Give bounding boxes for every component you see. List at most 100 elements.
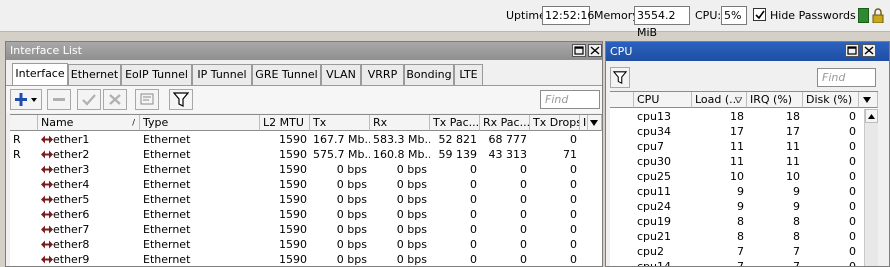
- table-row[interactable]: ether7 Ethernet 1590 0 bps 0 bps 0 0 0: [10, 222, 588, 237]
- tab-lte[interactable]: LTE: [454, 64, 483, 85]
- hide-passwords-checkbox[interactable]: [753, 8, 766, 21]
- status-green-icon: [858, 8, 869, 23]
- table-row[interactable]: ether5 Ethernet 1590 0 bps 0 bps 0 0 0: [10, 192, 588, 207]
- ethernet-port-icon: [41, 210, 53, 219]
- lock-icon: [872, 8, 884, 24]
- column-header-cpu[interactable]: CPU: [634, 92, 692, 108]
- cell-tx-packets: 59 139: [438, 148, 478, 161]
- cell-name: ether2: [38, 147, 140, 162]
- tab-ethernet[interactable]: Ethernet: [68, 64, 121, 85]
- filter-button[interactable]: [169, 89, 193, 110]
- cell-tx-packets: 0: [470, 223, 477, 236]
- cell-irq: 11: [786, 155, 800, 168]
- tab-gre-tunnel[interactable]: GRE Tunnel: [252, 64, 321, 85]
- table-row[interactable]: ether9 Ethernet 1590 0 bps 0 bps 0 0 0: [10, 252, 588, 266]
- tab-vrrp[interactable]: VRRP: [361, 64, 404, 85]
- cell-rx: 0 bps: [396, 178, 427, 191]
- column-header-type[interactable]: Type: [140, 115, 260, 131]
- column-header-extra[interactable]: I: [580, 115, 588, 131]
- cell-irq: 7: [793, 245, 800, 258]
- table-row[interactable]: cpu21 8 8 0: [610, 229, 863, 244]
- table-row[interactable]: cpu24 9 9 0: [610, 199, 863, 214]
- column-header-flag[interactable]: [10, 115, 38, 131]
- interface-name: ether9: [53, 253, 90, 266]
- cell-irq: 18: [786, 110, 800, 123]
- find-input[interactable]: Find: [817, 68, 876, 87]
- table-row[interactable]: cpu11 9 9 0: [610, 184, 863, 199]
- cell-load: 9: [737, 200, 744, 213]
- cpu-label: CPU:: [695, 9, 722, 22]
- cell-tx: 0 bps: [336, 253, 367, 266]
- table-row[interactable]: cpu14 7 7 0: [610, 259, 863, 266]
- table-row[interactable]: Rether2 Ethernet 1590 575.7 Mb... 160.8 Mb..…: [10, 147, 588, 162]
- enable-button[interactable]: [77, 89, 101, 110]
- scroll-up-button[interactable]: [865, 109, 878, 123]
- comment-button[interactable]: [135, 89, 159, 110]
- cell-tx-packets: 0: [470, 238, 477, 251]
- tab-ip-tunnel[interactable]: IP Tunnel: [192, 64, 252, 85]
- table-row[interactable]: cpu2 7 7 0: [610, 244, 863, 259]
- table-row[interactable]: cpu7 11 11 0: [610, 139, 863, 154]
- table-row[interactable]: cpu19 8 8 0: [610, 214, 863, 229]
- window-title: Interface List: [10, 44, 82, 57]
- remove-button[interactable]: [47, 89, 71, 110]
- cell-load: 10: [730, 170, 744, 183]
- column-header-tx[interactable]: Tx: [310, 115, 370, 131]
- hide-passwords-label[interactable]: Hide Passwords: [770, 9, 856, 22]
- column-header-irq[interactable]: IRQ (%): [747, 92, 803, 108]
- cell-load: 11: [730, 155, 744, 168]
- table-row[interactable]: ether6 Ethernet 1590 0 bps 0 bps 0 0 0: [10, 207, 588, 222]
- cell-tx-drops: 0: [570, 133, 577, 146]
- cell-disk: 0: [849, 230, 856, 243]
- maximize-icon: [847, 46, 857, 55]
- column-header-rx[interactable]: Rx: [370, 115, 430, 131]
- interface-name: ether1: [53, 133, 90, 146]
- find-input[interactable]: Find: [540, 90, 600, 109]
- column-menu-button[interactable]: [588, 115, 602, 131]
- table-row[interactable]: ether3 Ethernet 1590 0 bps 0 bps 0 0 0: [10, 162, 588, 177]
- table-row[interactable]: ether8 Ethernet 1590 0 bps 0 bps 0 0 0: [10, 237, 588, 252]
- tab-eoip-tunnel[interactable]: EoIP Tunnel: [121, 64, 192, 85]
- cell-tx-drops: 0: [570, 193, 577, 206]
- maximize-button[interactable]: [845, 44, 859, 57]
- tab-bonding[interactable]: Bonding: [404, 64, 454, 85]
- table-row[interactable]: Rether1 Ethernet 1590 167.7 Mb... 583.3 Mb..…: [10, 132, 588, 147]
- maximize-button[interactable]: [572, 44, 586, 57]
- column-header-disk[interactable]: Disk (%): [803, 92, 859, 108]
- table-row[interactable]: cpu30 11 11 0: [610, 154, 863, 169]
- vertical-scrollbar[interactable]: [864, 109, 878, 266]
- table-row[interactable]: cpu25 10 10 0: [610, 169, 863, 184]
- cell-rx-packets: 0: [520, 193, 527, 206]
- sort-descending-icon: [735, 97, 742, 103]
- tab-vlan[interactable]: VLAN: [321, 64, 361, 85]
- interface-name: ether6: [53, 208, 90, 221]
- cell-cpu: cpu2: [637, 245, 665, 258]
- cell-name: ether6: [38, 207, 140, 222]
- cell-name: ether4: [38, 177, 140, 192]
- disable-button[interactable]: [103, 89, 127, 110]
- cell-tx: 0 bps: [336, 178, 367, 191]
- column-header-tx-drops[interactable]: Tx Drops: [530, 115, 580, 131]
- filter-button[interactable]: [610, 67, 630, 88]
- tab-interface[interactable]: Interface: [12, 63, 68, 86]
- table-row[interactable]: cpu13 18 18 0: [610, 109, 863, 124]
- column-header-name[interactable]: Name /: [38, 115, 140, 131]
- column-menu-button[interactable]: [859, 92, 878, 108]
- column-header-rx-packets[interactable]: Rx Pac...: [480, 115, 530, 131]
- column-header-l2mtu[interactable]: L2 MTU: [260, 115, 310, 131]
- table-row[interactable]: ether4 Ethernet 1590 0 bps 0 bps 0 0 0: [10, 177, 588, 192]
- cell-flag: R: [13, 148, 21, 161]
- table-row[interactable]: cpu34 17 17 0: [610, 124, 863, 139]
- cell-tx-drops: 0: [570, 238, 577, 251]
- column-header-load[interactable]: Load (...: [692, 92, 747, 108]
- column-header-tx-packets[interactable]: Tx Pac...: [430, 115, 480, 131]
- column-header-blank[interactable]: [610, 92, 634, 108]
- interface-list-titlebar[interactable]: Interface List: [6, 42, 602, 60]
- cell-tx-packets: 0: [470, 208, 477, 221]
- close-button[interactable]: [862, 44, 876, 57]
- add-button[interactable]: [10, 89, 42, 110]
- cell-flag: R: [13, 133, 21, 146]
- cell-load: 11: [730, 140, 744, 153]
- close-button[interactable]: [588, 44, 602, 57]
- cell-tx-packets: 52 821: [438, 133, 478, 146]
